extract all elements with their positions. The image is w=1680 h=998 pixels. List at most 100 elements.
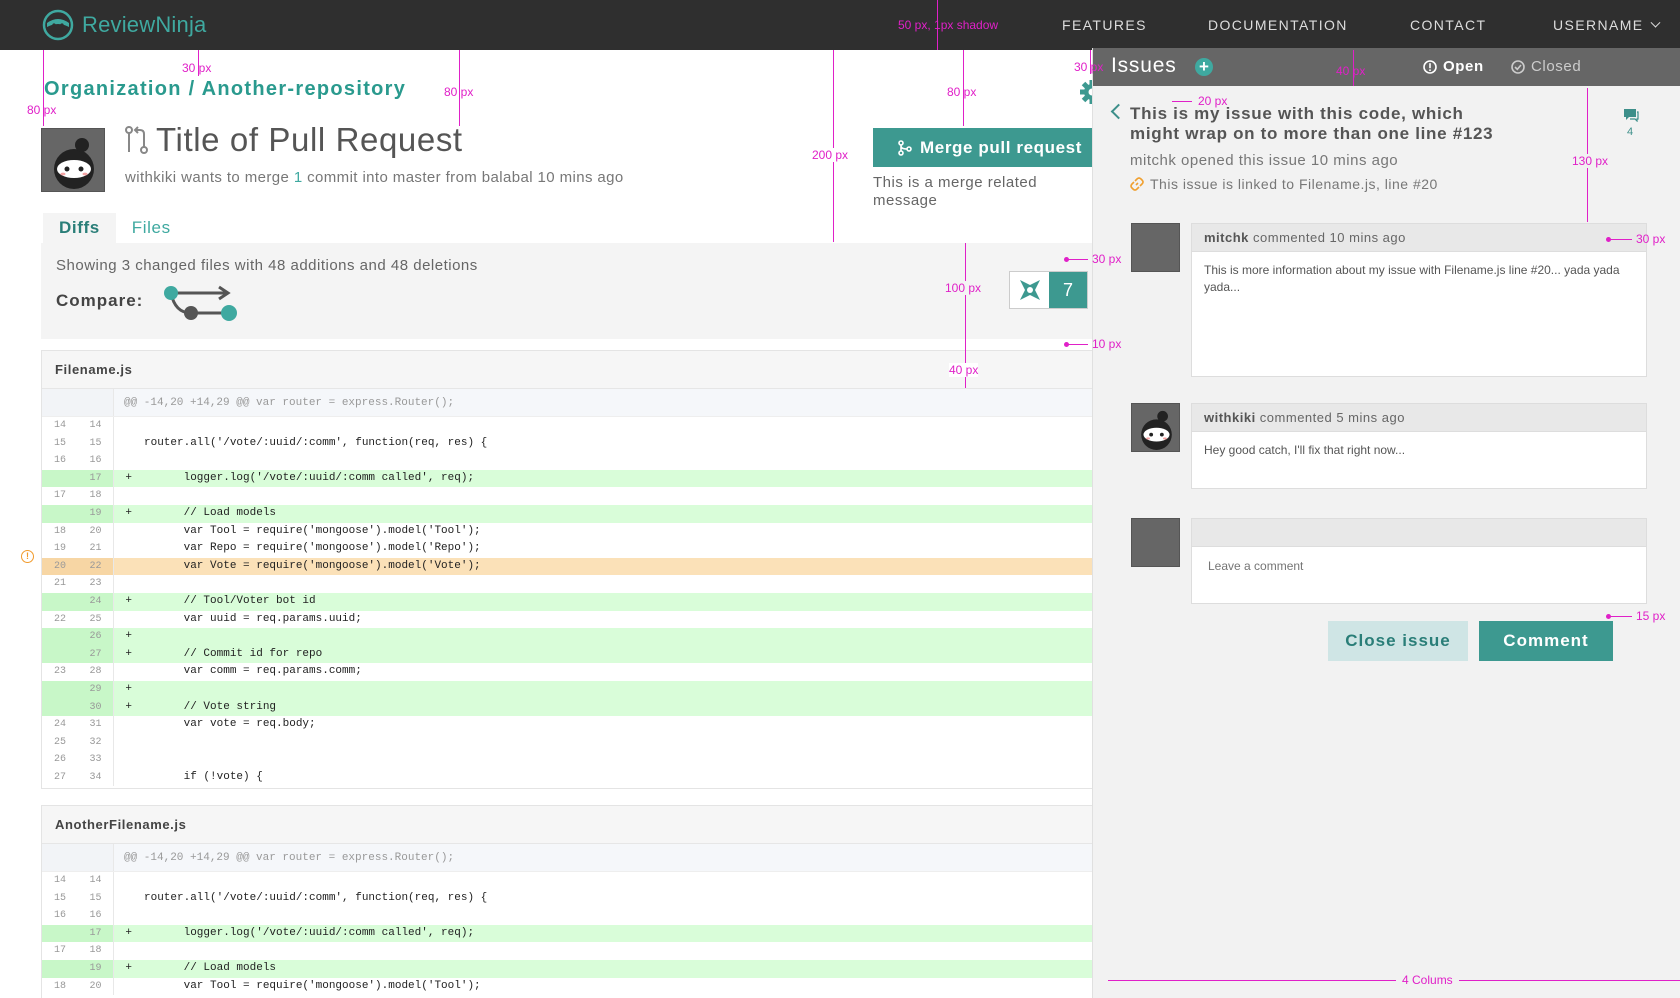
diff-line[interactable]: 30 + // Vote string [42, 698, 1106, 717]
ninja-star-icon [1010, 272, 1049, 308]
back-chevron-icon[interactable] [1110, 103, 1127, 120]
compare-branches-icon[interactable] [161, 281, 237, 325]
diff-line[interactable]: 17 18 [42, 487, 1106, 505]
old-line-number: 23 [53, 666, 66, 678]
comment-body: This is more information about my issue … [1204, 263, 1620, 294]
nav-contact[interactable]: CONTACT [1410, 0, 1486, 50]
diff-line[interactable]: 15 15 router.all('/vote/:uuid/:comm', func… [42, 889, 1106, 908]
open-issue-icon [1423, 59, 1437, 74]
diff-sign [118, 487, 132, 505]
issue-meta: mitchk opened this issue 10 mins ago [1130, 152, 1399, 169]
old-line-number [42, 504, 78, 523]
code-text: // Vote string [144, 700, 277, 713]
diff-sign: + [125, 647, 132, 660]
comment-author[interactable]: mitchk [1204, 230, 1249, 245]
diff-line[interactable]: 19 + // Load models [42, 959, 1106, 978]
diff-sign: + [125, 471, 132, 484]
diff-line[interactable]: 17 18 [42, 942, 1106, 960]
old-line-number: 18 [53, 980, 66, 992]
hunk-text: @@ -14,20 +14,29 @@ var router = express… [124, 852, 455, 864]
diff-line[interactable]: 18 20 var Tool = require('mongoose').mode… [42, 977, 1106, 996]
old-line-number [42, 628, 78, 646]
diff-line[interactable]: 26 33 [42, 751, 1106, 769]
new-comment-header [1192, 519, 1646, 547]
diff-line[interactable]: 27 + // Commit id for repo [42, 645, 1106, 664]
diff-sign: + [125, 594, 132, 607]
ninja-logo-icon [42, 9, 74, 41]
diff-line[interactable]: 18 20 var Tool = require('mongoose').mode… [42, 522, 1106, 541]
close-issue-button[interactable]: Close issue [1328, 621, 1468, 661]
diff-line[interactable]: 29 + [42, 680, 1106, 699]
new-line-number: 17 [78, 924, 114, 943]
diff-sign: + [125, 506, 132, 519]
diff-sign: + [125, 961, 132, 974]
merge-pull-request-button[interactable]: Merge pull request [873, 128, 1107, 167]
brand-logo[interactable]: ReviewNinja [42, 8, 206, 42]
spec-line [1066, 259, 1088, 260]
old-line-number: 17 [53, 945, 66, 957]
breadcrumb[interactable]: Organization / Another-repository [44, 78, 406, 101]
tab-files[interactable]: Files [115, 213, 187, 243]
diff-sign [118, 978, 132, 996]
diff-line[interactable]: 14 14 [42, 417, 1106, 435]
code-text: // Commit id for repo [144, 647, 323, 660]
user-menu[interactable]: USERNAME [1553, 0, 1660, 50]
old-line-number [42, 959, 78, 978]
file-name[interactable]: Filename.js [42, 351, 1106, 389]
diff-line[interactable]: 16 16 [42, 452, 1106, 470]
diff-line[interactable]: 24 31 var vote = req.body; [42, 716, 1106, 734]
diff-line[interactable]: 19 + // Load models [42, 504, 1106, 523]
diff-line[interactable]: 19 21 var Repo = require('mongoose').mode… [42, 540, 1106, 558]
diff-line[interactable]: 26 + [42, 628, 1106, 646]
diff-sign [118, 523, 132, 541]
comment-textarea[interactable] [1192, 547, 1646, 603]
file-name[interactable]: AnotherFilename.js [42, 806, 1106, 844]
diff-line[interactable]: 17 + logger.log('/vote/:uuid/:comm called… [42, 924, 1106, 943]
spec-dot [1606, 237, 1611, 242]
comment-button[interactable]: Comment [1479, 621, 1613, 661]
new-line-number: 32 [78, 733, 114, 752]
nav-documentation[interactable]: DOCUMENTATION [1208, 0, 1348, 50]
code-text: logger.log('/vote/:uuid/:comm called', r… [144, 926, 475, 939]
diff-line[interactable]: 22 25 var uuid = req.params.uuid; [42, 610, 1106, 629]
filter-open[interactable]: Open [1423, 58, 1484, 75]
new-line-number: 16 [78, 452, 114, 470]
ninja-star-badge[interactable]: 7 [1009, 271, 1088, 309]
code-text: var Tool = require('mongoose').model('To… [144, 979, 481, 992]
diff-sign [118, 663, 132, 681]
nav-features[interactable]: FEATURES [1062, 0, 1147, 50]
new-line-number: 25 [78, 610, 114, 629]
diff-line[interactable]: 20 22 var Vote = require('mongoose').mode… [42, 557, 1106, 576]
diff-line[interactable]: 25 32 [42, 733, 1106, 752]
spec-80-left: 80 px [27, 103, 57, 117]
comment-header: mitchk commented 10 mins ago [1192, 224, 1646, 252]
new-line-number: 33 [78, 751, 114, 769]
tab-diffs[interactable]: Diffs [43, 213, 116, 243]
comment-author[interactable]: withkiki [1204, 410, 1256, 425]
diff-line[interactable]: 16 16 [42, 907, 1106, 925]
diff-line[interactable]: 14 14 [42, 872, 1106, 890]
new-line-number: 31 [78, 716, 114, 734]
code-text: var uuid = req.params.uuid; [144, 612, 362, 625]
filter-closed[interactable]: Closed [1511, 58, 1581, 75]
diff-line[interactable]: 21 23 [42, 575, 1106, 593]
new-line-number: 30 [78, 698, 114, 717]
spec-dot [1064, 342, 1069, 347]
diff-line[interactable]: 23 28 var comm = req.params.comm; [42, 663, 1106, 681]
old-line-number [42, 680, 78, 699]
diff-line[interactable]: 17 + logger.log('/vote/:uuid/:comm called… [42, 469, 1106, 488]
add-issue-button[interactable]: + [1195, 58, 1213, 76]
issue-warning-icon[interactable]: ! [21, 550, 34, 563]
diff-line[interactable]: 15 15 router.all('/vote/:uuid/:comm', func… [42, 434, 1106, 453]
code-text: var vote = req.body; [144, 718, 316, 731]
new-line-number: 14 [78, 872, 114, 890]
diff-line[interactable]: 24 + // Tool/Voter bot id [42, 592, 1106, 611]
comment-body: Hey good catch, I'll fix that right now.… [1204, 443, 1406, 457]
issue-link[interactable]: This issue is linked to Filename.js, lin… [1130, 176, 1438, 192]
diff-line[interactable]: 27 34 if (!vote) { [42, 768, 1106, 787]
new-line-number: 19 [78, 959, 114, 978]
